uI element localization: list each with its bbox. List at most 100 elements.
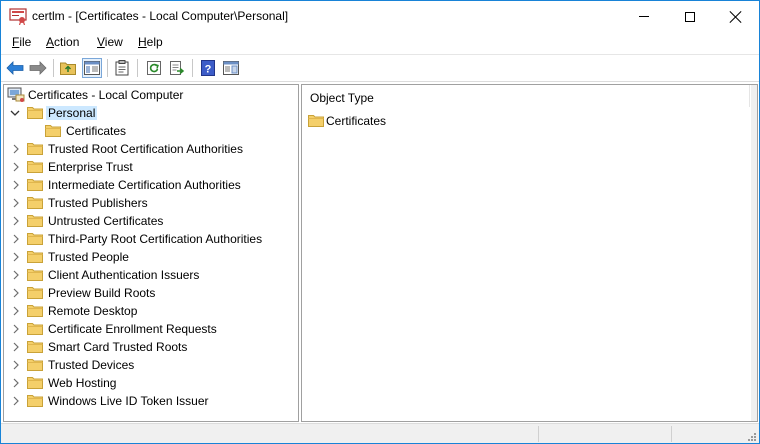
forward-button[interactable] bbox=[28, 58, 48, 78]
minimize-button[interactable] bbox=[621, 1, 667, 32]
svg-text:?: ? bbox=[205, 64, 212, 76]
mmc-window: certlm - [Certificates - Local Computer\… bbox=[0, 0, 760, 444]
folder-icon bbox=[27, 376, 43, 389]
window-title: certlm - [Certificates - Local Computer\… bbox=[32, 9, 289, 23]
chevron-right-icon[interactable] bbox=[12, 342, 20, 352]
chevron-right-icon[interactable] bbox=[12, 396, 20, 406]
tree-root-label: Certificates - Local Computer bbox=[28, 88, 184, 102]
menu-action-accesskey: A bbox=[46, 35, 55, 49]
maximize-button[interactable] bbox=[667, 1, 713, 32]
chevron-right-icon[interactable] bbox=[12, 270, 20, 280]
folder-icon bbox=[27, 358, 43, 371]
up-one-level-button[interactable] bbox=[58, 58, 78, 78]
toolbar-separator bbox=[53, 59, 54, 77]
menu-view-label: iew bbox=[104, 35, 123, 49]
tree-item-label: Smart Card Trusted Roots bbox=[48, 340, 188, 354]
menu-file-label: ile bbox=[19, 35, 32, 49]
column-header-label: Object Type bbox=[310, 91, 374, 105]
menu-help-label: elp bbox=[146, 35, 163, 49]
tree-item-label: Personal bbox=[46, 106, 98, 120]
close-button[interactable] bbox=[713, 1, 759, 32]
chevron-right-icon[interactable] bbox=[12, 162, 20, 172]
chevron-down-icon[interactable] bbox=[10, 109, 20, 117]
close-icon bbox=[730, 11, 742, 23]
refresh-button[interactable] bbox=[144, 58, 164, 78]
chevron-right-icon[interactable] bbox=[12, 360, 20, 370]
tree-item-label: Web Hosting bbox=[48, 376, 117, 390]
chevron-right-icon[interactable] bbox=[12, 216, 20, 226]
resize-grip-icon[interactable] bbox=[747, 432, 757, 442]
menu-view[interactable]: View bbox=[97, 35, 123, 49]
forward-arrow-icon bbox=[29, 61, 47, 75]
tree-item-label: Preview Build Roots bbox=[48, 286, 156, 300]
folder-icon bbox=[308, 114, 324, 127]
folder-icon bbox=[27, 214, 43, 227]
export-list-icon bbox=[170, 61, 185, 75]
minimize-icon bbox=[639, 16, 649, 17]
refresh-icon bbox=[147, 61, 161, 75]
tree-item-label: Certificates bbox=[66, 124, 127, 138]
certificate-app-icon bbox=[9, 8, 27, 25]
export-list-button[interactable] bbox=[167, 58, 187, 78]
chevron-right-icon[interactable] bbox=[12, 144, 20, 154]
menu-file[interactable]: File bbox=[12, 35, 31, 49]
show-hide-tree-icon bbox=[84, 61, 100, 75]
tree-item-label: Untrusted Certificates bbox=[48, 214, 164, 228]
properties-icon bbox=[223, 61, 239, 75]
help-button[interactable]: ? bbox=[198, 58, 218, 78]
menu-action[interactable]: Action bbox=[46, 35, 79, 49]
folder-icon bbox=[45, 124, 61, 137]
chevron-right-icon[interactable] bbox=[12, 324, 20, 334]
folder-icon bbox=[27, 250, 43, 263]
folder-icon bbox=[27, 394, 43, 407]
status-divider bbox=[538, 426, 539, 442]
menu-help-accesskey: H bbox=[138, 35, 147, 49]
show-hide-console-tree-button[interactable] bbox=[82, 58, 102, 78]
folder-icon bbox=[27, 340, 43, 353]
folder-icon bbox=[27, 160, 43, 173]
folder-icon bbox=[27, 106, 43, 119]
folder-icon bbox=[27, 142, 43, 155]
menu-bar: File Action View Help bbox=[1, 32, 759, 53]
status-divider bbox=[671, 426, 672, 442]
tree-item-label: Trusted Devices bbox=[48, 358, 135, 372]
column-divider[interactable] bbox=[749, 85, 750, 107]
back-button[interactable] bbox=[5, 58, 25, 78]
vertical-scrollbar[interactable] bbox=[751, 85, 757, 421]
folder-icon bbox=[27, 322, 43, 335]
up-folder-icon bbox=[60, 62, 76, 75]
chevron-right-icon[interactable] bbox=[12, 288, 20, 298]
tree-item-label: Trusted People bbox=[48, 250, 129, 264]
folder-icon bbox=[27, 268, 43, 281]
chevron-right-icon[interactable] bbox=[12, 306, 20, 316]
chevron-right-icon[interactable] bbox=[12, 198, 20, 208]
title-bar[interactable]: certlm - [Certificates - Local Computer\… bbox=[1, 1, 759, 32]
column-header-object-type[interactable]: Object Type bbox=[302, 85, 750, 109]
properties-button[interactable] bbox=[221, 58, 241, 78]
tree-item-label: Enterprise Trust bbox=[48, 160, 133, 174]
folder-icon bbox=[27, 304, 43, 317]
tree-item-label: Intermediate Certification Authorities bbox=[48, 178, 241, 192]
details-pane[interactable]: Object Type Certificates bbox=[301, 84, 758, 422]
chevron-right-icon[interactable] bbox=[12, 252, 20, 262]
back-arrow-icon bbox=[6, 61, 24, 75]
menu-view-accesskey: V bbox=[97, 35, 105, 49]
clipboard-icon bbox=[115, 60, 129, 76]
folder-icon bbox=[27, 196, 43, 209]
folder-icon bbox=[27, 232, 43, 245]
tree-item-label: Client Authentication Issuers bbox=[48, 268, 200, 282]
tree-item-label: Trusted Publishers bbox=[48, 196, 148, 210]
list-item-label: Certificates bbox=[326, 114, 387, 128]
tree-item-label: Windows Live ID Token Issuer bbox=[48, 394, 209, 408]
chevron-right-icon[interactable] bbox=[12, 234, 20, 244]
chevron-right-icon[interactable] bbox=[12, 378, 20, 388]
help-icon: ? bbox=[201, 60, 215, 76]
toolbar-separator bbox=[192, 59, 193, 77]
folder-icon bbox=[27, 178, 43, 191]
console-tree[interactable]: Certificates - Local Computer Personal Tr… bbox=[3, 84, 299, 422]
menu-action-label: ction bbox=[54, 35, 80, 49]
chevron-right-icon[interactable] bbox=[12, 180, 20, 190]
clipboard-button[interactable] bbox=[112, 58, 132, 78]
computer-certificates-icon bbox=[7, 87, 25, 102]
menu-help[interactable]: Help bbox=[138, 35, 163, 49]
